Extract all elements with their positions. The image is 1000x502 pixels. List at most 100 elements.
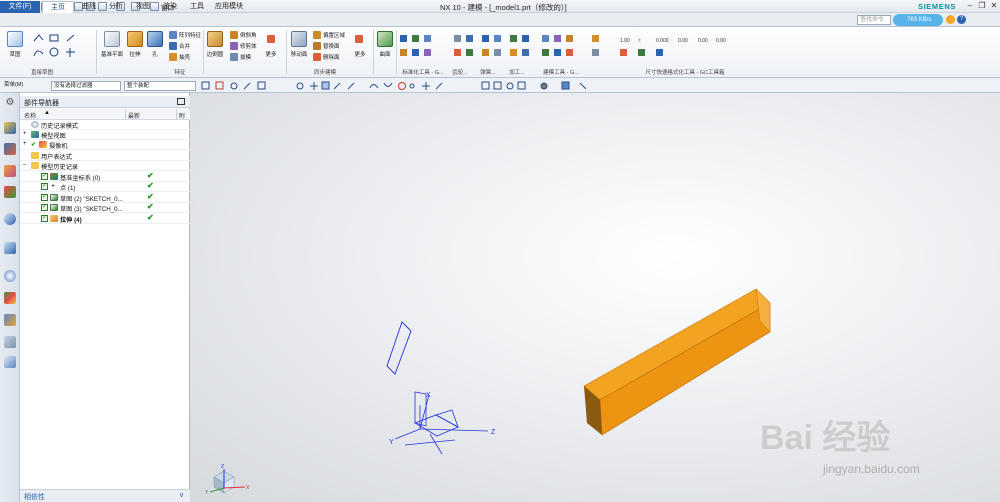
print-icon[interactable] xyxy=(4,356,16,368)
maximize-panel-icon[interactable] xyxy=(177,98,185,105)
gc-toolbox-icon-grid[interactable]: 1.00 ±0.000 0.00 0.00 0.00 xyxy=(398,32,753,64)
assembly-scope-dropdown[interactable]: 整个装配 xyxy=(124,81,196,91)
tab-home[interactable]: 主页 xyxy=(42,1,74,13)
pattern-feature-label[interactable]: 阵列特征 xyxy=(179,31,201,39)
help-icon[interactable]: ? xyxy=(957,15,966,24)
visibility-checkbox[interactable] xyxy=(41,182,48,190)
minimize-icon[interactable]: – xyxy=(964,1,976,11)
column-attached[interactable]: 附 xyxy=(179,111,185,120)
tab-view[interactable]: 视图 xyxy=(130,1,156,13)
tab-analysis[interactable]: 分析 xyxy=(103,1,129,13)
tree-row-sketch-3[interactable]: 草图 (3) "SKETCH_0... ✔ xyxy=(20,202,190,213)
sort-ascending-icon[interactable]: ▲ xyxy=(44,110,50,116)
tab-curve[interactable]: 曲线 xyxy=(76,1,102,13)
menu-button[interactable]: 菜单(M) xyxy=(2,81,48,91)
part-navigator-icon[interactable] xyxy=(4,165,16,177)
draft-label[interactable]: 拔模 xyxy=(240,53,251,61)
settings-icon[interactable]: ⚙ xyxy=(4,97,16,109)
pattern-feature-icon[interactable] xyxy=(169,31,177,39)
datum-plane-label[interactable]: 基准平面 xyxy=(98,50,126,58)
surface-icon[interactable] xyxy=(377,31,393,47)
tab-render[interactable]: 渲染 xyxy=(157,1,183,13)
visibility-checkbox[interactable] xyxy=(41,193,48,201)
restore-icon[interactable]: ❐ xyxy=(976,1,988,11)
history-icon[interactable] xyxy=(4,242,16,254)
extrude-label[interactable]: 拉伸 xyxy=(124,50,146,58)
hole-icon[interactable] xyxy=(147,31,163,47)
expand-icon[interactable]: + xyxy=(23,131,27,137)
tree-row-user-expressions[interactable]: 用户表达式 xyxy=(20,151,190,161)
tree-row-datum-csys[interactable]: 基准坐标系 (0) ✔ xyxy=(20,171,190,182)
expand-icon[interactable]: + xyxy=(23,141,27,147)
model-views-icon xyxy=(31,131,39,138)
edge-blend-label[interactable]: 边倒圆 xyxy=(203,50,227,58)
column-latest[interactable]: 最新 xyxy=(128,111,140,120)
collapse-icon[interactable]: – xyxy=(23,162,26,168)
unite-icon[interactable] xyxy=(169,42,177,50)
tree-row-sketch-2[interactable]: 草图 (2) "SKETCH_0... ✔ xyxy=(20,192,190,203)
shell-label[interactable]: 抽壳 xyxy=(179,53,190,61)
visibility-checkbox[interactable] xyxy=(41,214,48,222)
offset-region-label[interactable]: 偏置区域 xyxy=(323,31,345,39)
visibility-checkbox[interactable] xyxy=(41,203,48,211)
selection-filter-dropdown[interactable]: 没有选择过滤器 xyxy=(51,81,121,91)
trim-body-icon[interactable] xyxy=(230,42,238,50)
tab-tools[interactable]: 工具 xyxy=(184,1,210,13)
datum-plane-icon[interactable] xyxy=(104,31,120,47)
move-face-icon[interactable] xyxy=(291,31,307,47)
snap-point-icons[interactable] xyxy=(200,80,600,92)
tree-row-history-mode[interactable]: 历史记录模式 xyxy=(20,120,190,130)
web-browser-icon[interactable] xyxy=(4,213,16,225)
snap-point-toolbar[interactable] xyxy=(200,80,600,92)
role-icon[interactable] xyxy=(4,314,16,326)
shell-icon[interactable] xyxy=(169,53,177,61)
sketch-plane-outline[interactable] xyxy=(386,321,412,375)
sketch-button-label[interactable]: 草图 xyxy=(4,50,26,58)
replace-face-label[interactable]: 替换面 xyxy=(323,42,340,50)
tree-row-cameras[interactable]: + ✔ 摄像机 xyxy=(20,140,190,150)
chamfer-label[interactable]: 倒斜角 xyxy=(240,31,257,39)
trim-body-label[interactable]: 修剪体 xyxy=(240,42,257,50)
unite-label[interactable]: 合并 xyxy=(179,42,190,50)
clock-icon[interactable] xyxy=(4,270,16,282)
palette-icon[interactable] xyxy=(4,292,16,304)
system-material-icon[interactable] xyxy=(4,336,16,348)
command-finder-input[interactable]: 查找命令 xyxy=(857,15,891,25)
move-face-label[interactable]: 移动面 xyxy=(287,50,311,58)
datum-coordinate-system[interactable] xyxy=(394,391,489,455)
draft-icon[interactable] xyxy=(230,53,238,61)
more-features-label[interactable]: 更多 xyxy=(260,50,282,58)
tree-row-point[interactable]: + 点 (1) ✔ xyxy=(20,181,190,192)
reuse-library-icon[interactable] xyxy=(4,186,16,198)
tree-row-model-history[interactable]: – 模型历史记录 xyxy=(20,161,190,171)
tab-file[interactable]: 文件(F) xyxy=(0,1,40,13)
delete-face-icon[interactable] xyxy=(313,53,321,61)
view-triad[interactable] xyxy=(209,469,246,494)
sketch-curve-tools[interactable] xyxy=(31,32,91,62)
dependencies-panel-header[interactable] xyxy=(20,489,190,502)
surface-label[interactable]: 曲面 xyxy=(374,50,396,58)
delete-face-label[interactable]: 删除面 xyxy=(323,53,340,61)
offset-region-icon[interactable] xyxy=(313,31,321,39)
gc-toolbox-icons[interactable]: 1.00 ±0.000 0.00 0.00 0.00 xyxy=(398,32,753,64)
more-sync-label[interactable]: 更多 xyxy=(349,50,371,58)
tree-row-extrude-4[interactable]: 拉伸 (4) ✔ xyxy=(20,213,190,224)
sketch-curve-icons[interactable] xyxy=(31,32,91,62)
visibility-checkbox[interactable] xyxy=(41,172,48,180)
edge-blend-icon[interactable] xyxy=(207,31,223,47)
sketch-icon[interactable] xyxy=(7,31,23,47)
tab-applications[interactable]: 应用模块 xyxy=(211,1,247,13)
more-sync-icon[interactable] xyxy=(355,35,363,43)
constraint-navigator-icon[interactable] xyxy=(4,143,16,155)
hole-label[interactable]: 孔 xyxy=(144,50,166,58)
column-name[interactable]: 名称 xyxy=(24,111,36,120)
chamfer-icon[interactable] xyxy=(230,31,238,39)
replace-face-icon[interactable] xyxy=(313,42,321,50)
extrude-icon[interactable] xyxy=(127,31,143,47)
tree-row-model-views[interactable]: + 模型视图 xyxy=(20,130,190,140)
more-features-icon[interactable] xyxy=(267,35,275,43)
user-icon[interactable] xyxy=(946,15,955,24)
chevron-down-icon[interactable]: ∨ xyxy=(179,491,184,499)
assembly-navigator-icon[interactable] xyxy=(4,122,16,134)
close-icon[interactable]: ✕ xyxy=(988,1,1000,11)
